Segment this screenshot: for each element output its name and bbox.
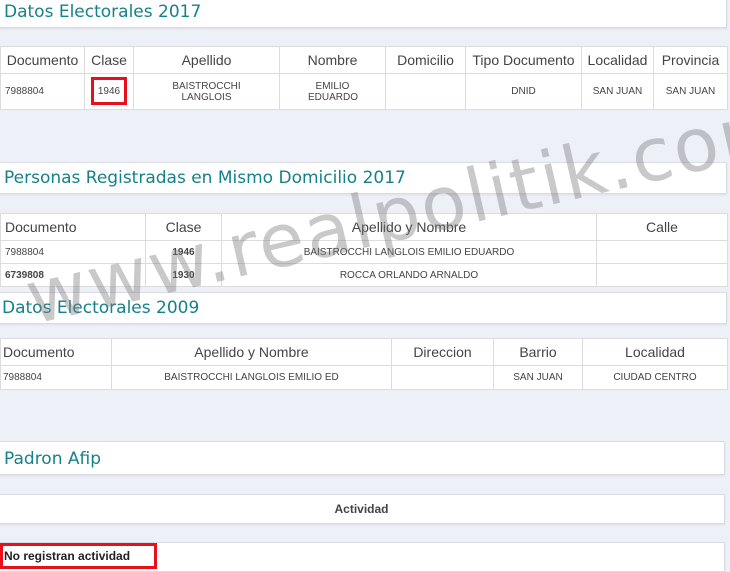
cell-direccion <box>391 365 494 390</box>
datos-2017-header-row: Documento Clase Apellido Nombre Domicili… <box>0 46 728 74</box>
cell-apellido-nombre: BAISTROCCHI LANGLOIS EMILIO ED <box>111 365 392 390</box>
cell-tipo-documento: DNID <box>465 73 582 110</box>
col-documento: Documento <box>0 46 85 74</box>
col-calle: Calle <box>596 213 728 241</box>
col-nombre: Nombre <box>279 46 386 74</box>
table-row: 6739808 1930 ROCCA ORLANDO ARNALDO <box>0 263 728 287</box>
cell-documento: 6739808 <box>0 263 146 287</box>
cell-clase: 1946 <box>145 240 222 264</box>
col-clase: Clase <box>145 213 222 241</box>
afip-header-panel <box>0 441 725 475</box>
table-row: 7988804 1946 BAISTROCCHI LANGLOIS EMILIO… <box>0 240 728 264</box>
cell-clase: 1930 <box>145 263 222 287</box>
cell-documento: 7988804 <box>0 240 146 264</box>
personas-2017-table: Documento Clase Apellido y Nombre Calle … <box>0 213 728 287</box>
cell-documento: 7988804 <box>0 73 85 110</box>
datos-2009-header-row: Documento Apellido y Nombre Direccion Ba… <box>0 338 728 366</box>
cell-localidad: SAN JUAN <box>581 73 654 110</box>
cell-clase: 1946 <box>84 73 134 110</box>
personas-2017-title: Personas Registradas en Mismo Domicilio … <box>4 168 406 188</box>
datos-2017-table: Documento Clase Apellido Nombre Domicili… <box>0 46 728 110</box>
cell-apellido-nombre: BAISTROCCHI LANGLOIS EMILIO EDUARDO <box>221 240 597 264</box>
col-tipo-documento: Tipo Documento <box>465 46 582 74</box>
datos-2009-title: Datos Electorales 2009 <box>2 298 200 318</box>
col-clase: Clase <box>84 46 134 74</box>
afip-title: Padron Afip <box>4 449 102 469</box>
col-provincia: Provincia <box>653 46 728 74</box>
cell-calle <box>596 263 728 287</box>
col-localidad: Localidad <box>582 338 728 366</box>
cell-calle <box>596 240 728 264</box>
cell-barrio: SAN JUAN <box>493 365 583 390</box>
table-row: 7988804 1946 BAISTROCCHI LANGLOIS EMILIO… <box>0 73 728 110</box>
cell-provincia: SAN JUAN <box>653 73 728 110</box>
col-apellido-nombre: Apellido y Nombre <box>221 213 597 241</box>
datos-2009-table: Documento Apellido y Nombre Direccion Ba… <box>0 338 728 390</box>
col-apellido-nombre: Apellido y Nombre <box>111 338 392 366</box>
cell-apellido-nombre: ROCCA ORLANDO ARNALDO <box>221 263 597 287</box>
personas-2017-header-row: Documento Clase Apellido y Nombre Calle <box>0 213 728 241</box>
datos-2017-title: Datos Electorales 2017 <box>4 2 202 22</box>
actividad-header: Actividad <box>334 502 389 516</box>
cell-nombre: EMILIO EDUARDO <box>279 73 386 110</box>
cell-domicilio <box>385 73 466 110</box>
col-domicilio: Domicilio <box>385 46 466 74</box>
cell-localidad: CIUDAD CENTRO <box>582 365 728 390</box>
col-localidad: Localidad <box>581 46 654 74</box>
col-apellido: Apellido <box>133 46 280 74</box>
col-documento: Documento <box>0 338 112 366</box>
col-barrio: Barrio <box>493 338 583 366</box>
table-row: 7988804 BAISTROCCHI LANGLOIS EMILIO ED S… <box>0 365 728 390</box>
col-direccion: Direccion <box>391 338 494 366</box>
cell-documento: 7988804 <box>0 365 112 390</box>
no-actividad-text: No registran actividad <box>4 549 131 563</box>
cell-apellido: BAISTROCCHI LANGLOIS <box>133 73 280 110</box>
col-documento: Documento <box>0 213 146 241</box>
